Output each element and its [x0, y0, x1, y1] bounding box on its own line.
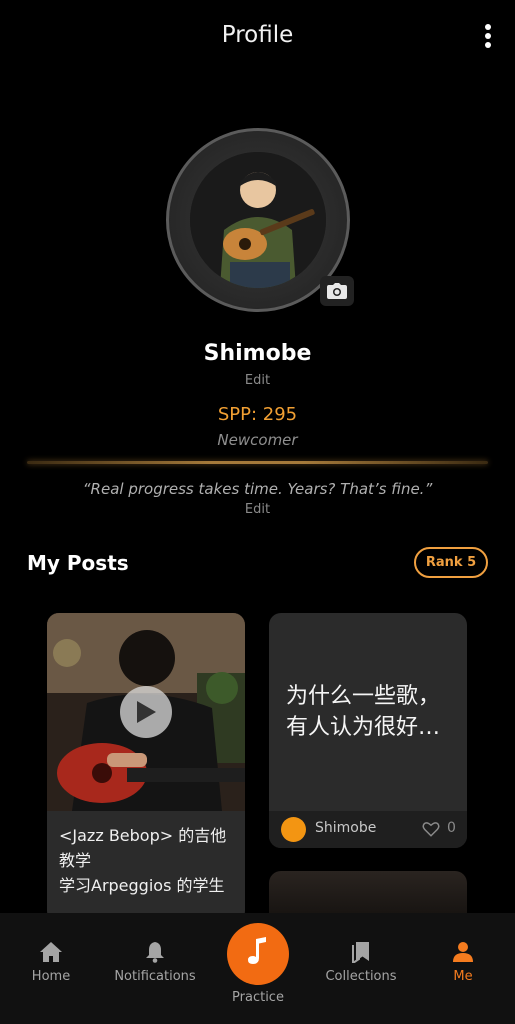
- video-thumbnail: [47, 613, 245, 811]
- post-title: 为什么一些歌，有人认为很好…: [286, 684, 441, 740]
- author-name: Shimobe: [315, 820, 377, 836]
- tab-notifications[interactable]: Notifications: [105, 941, 205, 984]
- bell-icon: [146, 942, 164, 963]
- rank-badge[interactable]: Rank 5: [414, 547, 488, 578]
- edit-quote-link[interactable]: Edit: [0, 502, 515, 517]
- bookmarks-icon: [352, 942, 369, 963]
- tab-collections[interactable]: Collections: [318, 941, 404, 984]
- author-avatar: [281, 817, 306, 842]
- more-options-icon[interactable]: [483, 24, 493, 50]
- profile-quote: “Real progress takes time. Years? That’s…: [82, 480, 433, 498]
- post-footer: Shimobe 0: [269, 811, 467, 848]
- post-title: <Jazz Bebop> 的吉他教学 学习Arpeggios 的学生: [59, 823, 237, 898]
- spp-score: SPP: 295: [217, 404, 298, 425]
- avatar[interactable]: [166, 128, 354, 312]
- heart-icon[interactable]: [422, 820, 440, 838]
- avatar-image: [190, 152, 326, 288]
- page-title: Profile: [221, 22, 294, 48]
- post-card-text[interactable]: 为什么一些歌，有人认为很好… Shimobe 0: [269, 613, 467, 848]
- top-bar: Profile: [0, 0, 515, 76]
- tab-label: Notifications: [114, 969, 196, 984]
- post-title-text: <Jazz Bebop> 的吉他教学 学习Arpeggios 的学生: [59, 826, 227, 895]
- user-level: Newcomer: [217, 431, 298, 449]
- home-icon: [40, 942, 62, 962]
- tab-label: Home: [31, 969, 71, 984]
- like-count: 0: [447, 820, 456, 836]
- profile-divider: [27, 461, 488, 464]
- camera-icon[interactable]: [320, 276, 354, 306]
- edit-name-link[interactable]: Edit: [0, 373, 515, 388]
- my-posts-title: My Posts: [27, 551, 129, 575]
- tab-home[interactable]: Home: [20, 941, 82, 984]
- person-icon: [453, 942, 473, 962]
- tab-label: Collections: [325, 969, 397, 984]
- tab-label: Me: [453, 969, 473, 984]
- bottom-tab-bar: Home Notifications Practice Collections …: [0, 913, 515, 1024]
- tab-practice[interactable]: Practice: [224, 923, 292, 1005]
- username: Shimobe: [203, 341, 312, 366]
- tab-me[interactable]: Me: [438, 941, 488, 984]
- tab-label: Practice: [232, 990, 284, 1005]
- music-note-icon[interactable]: [227, 923, 289, 985]
- post-card-video[interactable]: <Jazz Bebop> 的吉他教学 学习Arpeggios 的学生: [47, 613, 245, 923]
- play-icon[interactable]: [120, 686, 172, 738]
